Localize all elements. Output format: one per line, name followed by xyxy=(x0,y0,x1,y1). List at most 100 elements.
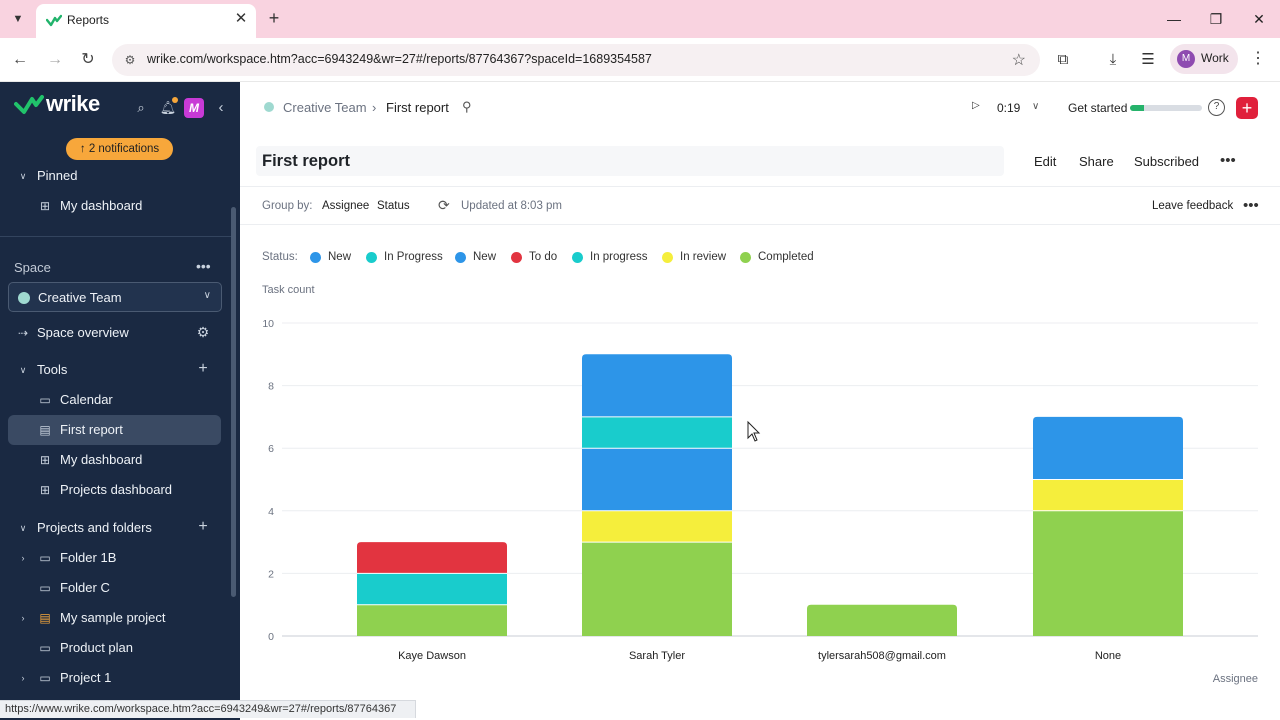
projects-section[interactable]: ∨ Projects and folders + xyxy=(8,513,221,543)
notifications-pill[interactable]: ↑ 2 notifications xyxy=(66,138,173,160)
sidebar-divider xyxy=(0,236,232,237)
subscribed-button[interactable]: Subscribed xyxy=(1134,154,1199,169)
bar-segment xyxy=(1033,479,1183,511)
sidebar-item-space-overview[interactable]: ⇢ Space overview ⚙ xyxy=(8,318,221,348)
arrow-up-icon: ↑ xyxy=(79,143,86,155)
projects-label: Projects and folders xyxy=(37,520,152,535)
help-icon[interactable]: ? xyxy=(1208,99,1225,116)
bar-segment xyxy=(357,542,507,574)
sidebar-item-calendar[interactable]: ▭ Calendar xyxy=(8,385,221,415)
address-bar[interactable]: ⚙ wrike.com/workspace.htm?acc=6943249&wr… xyxy=(112,44,1040,76)
dashboard-icon: ⊞ xyxy=(39,453,51,467)
share-button[interactable]: Share xyxy=(1079,154,1114,169)
sidebar-item-my-dashboard-pinned[interactable]: ⊞ My dashboard xyxy=(8,191,221,221)
collapse-sidebar-icon[interactable]: ‹ xyxy=(212,99,230,117)
chevron-right-icon[interactable]: › xyxy=(16,611,30,625)
sidebar-item-label: Space overview xyxy=(37,325,129,340)
timer-widget[interactable]: ▷ 0:19 ∨ xyxy=(964,96,1050,120)
site-info-icon[interactable]: ⚙ xyxy=(122,52,138,68)
folder-icon: ▭ xyxy=(39,581,51,595)
sidebar-item-label: Product plan xyxy=(60,640,133,655)
get-started-label[interactable]: Get started xyxy=(1068,101,1127,115)
ai-badge-icon[interactable]: M xyxy=(184,98,204,118)
tab-title: Reports xyxy=(67,13,110,27)
media-control-icon[interactable]: ☰ xyxy=(1137,49,1159,71)
pinned-section[interactable]: ∨ Pinned xyxy=(8,161,221,191)
forward-icon[interactable]: → xyxy=(44,49,66,71)
bar-segment xyxy=(357,604,507,636)
y-tick-label: 0 xyxy=(268,631,274,643)
profile-button[interactable]: M Work xyxy=(1170,44,1238,74)
reload-icon[interactable]: ↻ xyxy=(77,49,99,71)
sidebar-item-product-plan[interactable]: ▭ Product plan xyxy=(8,633,221,663)
restore-icon[interactable]: ❐ xyxy=(1204,8,1228,30)
report-title-field[interactable]: First report xyxy=(256,146,1004,176)
group-by-assignee[interactable]: Assignee xyxy=(322,200,369,212)
sidebar-item-my-sample-project[interactable]: › ▤ My sample project xyxy=(8,603,221,633)
divider xyxy=(240,186,1280,187)
bar-segment xyxy=(582,542,732,636)
legend-title: Status: xyxy=(262,251,298,263)
y-tick-label: 4 xyxy=(268,506,274,518)
extensions-icon[interactable]: ⧉ xyxy=(1052,49,1074,71)
bar-segment xyxy=(1033,510,1183,636)
breadcrumb-current: First report xyxy=(386,100,449,115)
sidebar-item-label: Projects dashboard xyxy=(60,482,173,497)
sidebar: wrike ⌕ 🔔︎ M ‹ ↑ 2 notifications ∨ Pinne… xyxy=(0,82,240,720)
space-more-icon[interactable]: ••• xyxy=(196,258,211,274)
wrike-check-icon xyxy=(14,95,44,114)
x-tick-label: Sarah Tyler xyxy=(629,650,685,662)
downloads-icon[interactable]: ⤓ xyxy=(1102,49,1124,71)
legend-swatch xyxy=(366,252,377,263)
new-tab-icon[interactable]: + xyxy=(264,8,284,28)
leave-feedback-link[interactable]: Leave feedback xyxy=(1152,200,1233,212)
browser-tab[interactable]: Reports ✕ xyxy=(36,4,256,38)
add-button[interactable]: + xyxy=(1236,97,1258,119)
updated-text: Updated at 8:03 pm xyxy=(461,200,563,212)
breadcrumb-separator: › xyxy=(372,100,377,115)
get-started-progress[interactable] xyxy=(1130,105,1202,111)
more-actions-icon[interactable]: ••• xyxy=(1220,152,1236,169)
gear-icon[interactable]: ⚙ xyxy=(195,324,211,340)
mouse-cursor-icon xyxy=(747,420,761,442)
add-tool-icon[interactable]: + xyxy=(195,361,211,377)
bar-segment xyxy=(357,573,507,605)
bookmark-star-icon[interactable]: ☆ xyxy=(1012,50,1026,70)
url-text[interactable]: wrike.com/workspace.htm?acc=6943249&wr=2… xyxy=(147,52,652,66)
sidebar-item-projects-dashboard[interactable]: ⊞ Projects dashboard xyxy=(8,475,221,505)
space-label: Space xyxy=(14,260,51,275)
tools-section[interactable]: ∨ Tools + xyxy=(8,355,221,385)
chevron-right-icon[interactable]: › xyxy=(16,551,30,565)
pin-icon[interactable]: ⚲ xyxy=(462,99,472,115)
chevron-right-icon[interactable]: › xyxy=(16,671,30,685)
legend-label: In Progress xyxy=(384,251,443,263)
toolbar-more-icon[interactable]: ••• xyxy=(1243,197,1259,214)
space-selector[interactable]: Creative Team ∨ xyxy=(8,282,222,312)
search-icon[interactable]: ⌕ xyxy=(132,99,150,117)
breadcrumb-space[interactable]: Creative Team xyxy=(283,100,367,115)
group-by-status[interactable]: Status xyxy=(377,200,410,212)
browser-menu-icon[interactable]: ⋮ xyxy=(1250,48,1266,70)
wrike-logo[interactable]: wrike xyxy=(14,91,100,118)
y-axis-label: Task count xyxy=(262,284,315,296)
bar-segment xyxy=(582,510,732,543)
x-tick-label: None xyxy=(1095,650,1121,662)
browser-tab-bar: ▼ Reports ✕ + — ❐ ✕ xyxy=(0,0,1280,38)
sidebar-item-folder-1b[interactable]: › ▭ Folder 1B xyxy=(8,543,221,573)
chevron-down-icon[interactable]: ∨ xyxy=(1032,101,1039,112)
sidebar-scrollbar[interactable] xyxy=(231,207,236,597)
play-icon[interactable]: ▷ xyxy=(972,100,980,111)
space-icon xyxy=(264,102,274,112)
edit-button[interactable]: Edit xyxy=(1034,154,1056,169)
sidebar-item-first-report[interactable]: ▤ First report xyxy=(8,415,221,445)
refresh-icon[interactable]: ⟳ xyxy=(438,197,450,214)
sidebar-item-folder-c[interactable]: ▭ Folder C xyxy=(8,573,221,603)
window-close-icon[interactable]: ✕ xyxy=(1247,8,1271,30)
back-icon[interactable]: ← xyxy=(9,49,31,71)
add-project-icon[interactable]: + xyxy=(195,519,211,535)
sidebar-item-my-dashboard[interactable]: ⊞ My dashboard xyxy=(8,445,221,475)
tab-close-icon[interactable]: ✕ xyxy=(232,10,250,28)
sidebar-item-project-1[interactable]: › ▭ Project 1 xyxy=(8,663,221,693)
tab-search-icon[interactable]: ▼ xyxy=(8,9,28,29)
minimize-icon[interactable]: — xyxy=(1162,8,1186,30)
